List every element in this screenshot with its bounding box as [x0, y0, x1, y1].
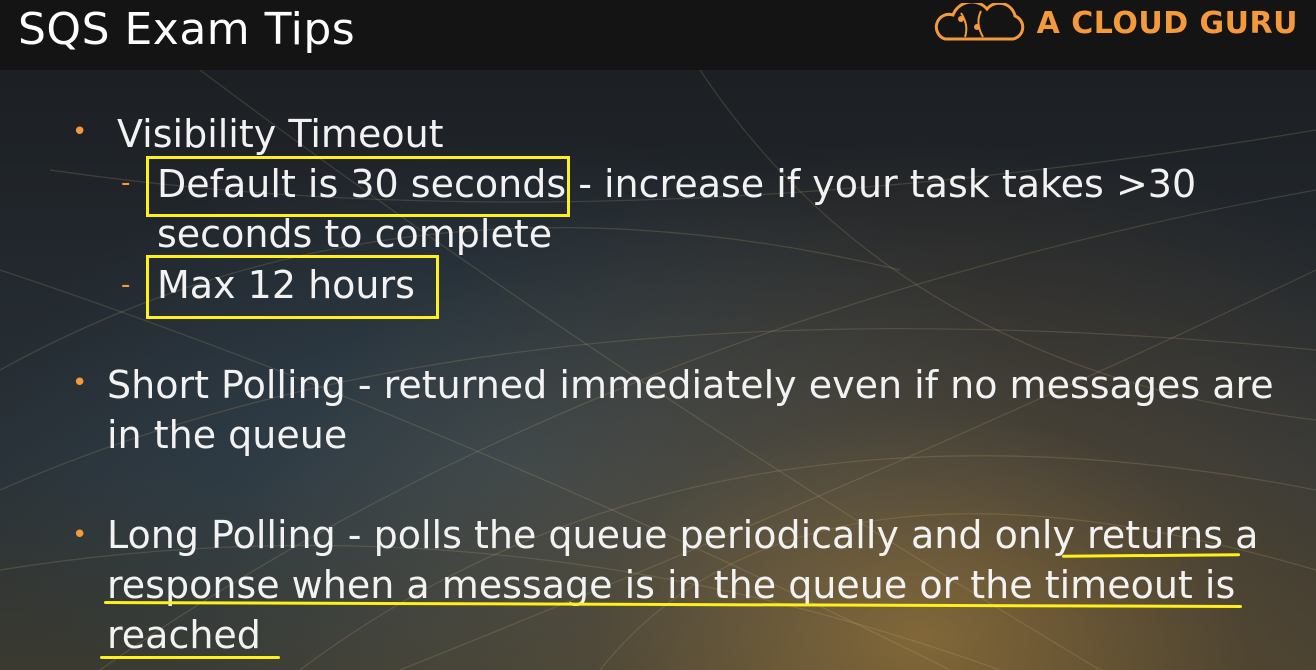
bullet-short-line2: in the queue	[107, 413, 348, 457]
bullet-visibility-heading: Visibility Timeout	[117, 112, 444, 156]
bullet-marker: •	[72, 520, 88, 550]
bullet-long-line2: response when a message is in the queue …	[107, 563, 1236, 607]
highlight-box-default	[146, 156, 570, 217]
long-polling-text: Long Polling - polls the queue periodica…	[107, 513, 1088, 557]
bullet-marker: •	[72, 368, 88, 398]
sub-bullet-default-line2: seconds to complete	[157, 212, 553, 256]
bullet-long-line1: Long Polling - polls the queue periodica…	[107, 513, 1258, 557]
highlight-box-max	[146, 255, 439, 319]
underline-reached	[100, 656, 280, 659]
bullet-marker: •	[72, 117, 88, 147]
bullet-short-line1: Short Polling - returned immediately eve…	[107, 363, 1274, 407]
default-timeout-rest: - increase if your task takes >30	[566, 162, 1197, 206]
slide-body: • Visibility Timeout - Default is 30 sec…	[0, 0, 1316, 670]
bullet-long-line3: reached	[107, 613, 261, 657]
sub-bullet-marker: -	[121, 270, 131, 300]
sub-bullet-marker: -	[121, 168, 131, 198]
underline-returns	[1061, 553, 1241, 558]
long-polling-underlined: returns a	[1087, 513, 1259, 557]
